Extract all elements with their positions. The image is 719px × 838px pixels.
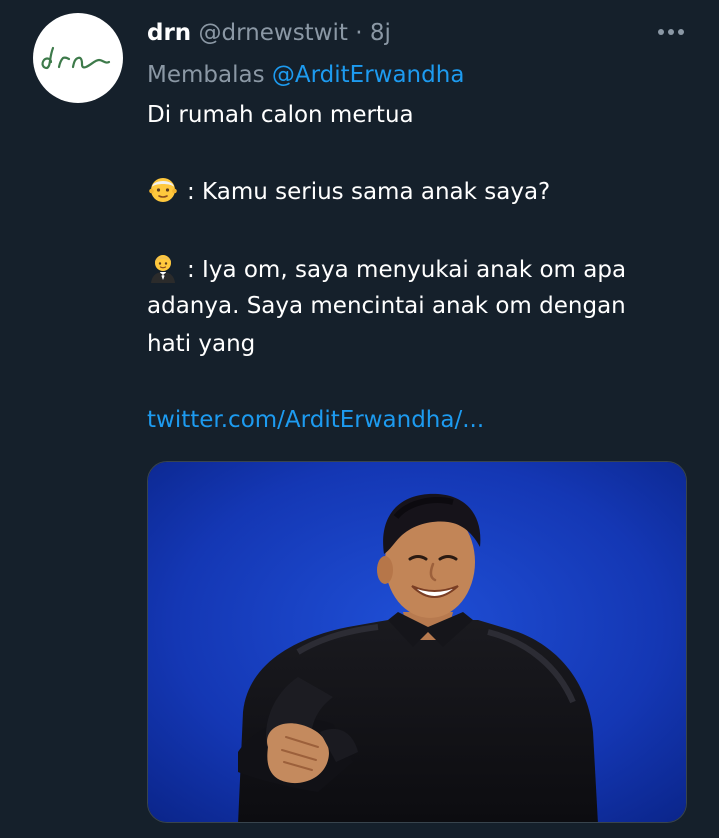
tweet: drn @drnewstwit · 8j Membalas @ArditErwa… <box>0 0 719 838</box>
older-man-emoji-icon <box>149 178 177 202</box>
avatar[interactable] <box>33 13 123 103</box>
tweet-text-line: Di rumah calon mertua <box>147 102 414 128</box>
tweet-text-line: : Iya om, saya menyukai anak om apa <box>147 251 626 289</box>
tweet-header: drn @drnewstwit · 8j <box>147 16 391 50</box>
more-horizontal-icon <box>658 29 684 35</box>
tweet-text-span: : Kamu serius sama anak saya? <box>187 179 551 205</box>
tweet-media-image[interactable] <box>147 461 687 823</box>
reply-context: Membalas @ArditErwandha <box>147 58 464 92</box>
tweet-text-line: hati yang <box>147 331 256 357</box>
display-name[interactable]: drn <box>147 20 191 46</box>
photo-smiling-man-blue-background-icon <box>148 462 686 822</box>
tweet-text-line: adanya. Saya mencintai anak om dengan <box>147 293 626 319</box>
more-options-button[interactable] <box>655 19 687 45</box>
reply-mention-link[interactable]: @ArditErwandha <box>272 62 465 88</box>
drn-logo-avatar-icon <box>41 46 111 70</box>
separator-dot: · <box>355 20 363 46</box>
reply-prefix: Membalas <box>147 62 265 88</box>
man-in-tuxedo-emoji-icon <box>151 255 175 283</box>
user-handle[interactable]: @drnewstwit <box>199 20 348 46</box>
tweet-url-link[interactable]: twitter.com/ArditErwandha/... <box>147 402 484 439</box>
tweet-text-line: : Kamu serius sama anak saya? <box>147 173 550 211</box>
tweet-text-span: : Iya om, saya menyukai anak om apa <box>187 257 627 283</box>
timestamp[interactable]: 8j <box>370 20 391 46</box>
